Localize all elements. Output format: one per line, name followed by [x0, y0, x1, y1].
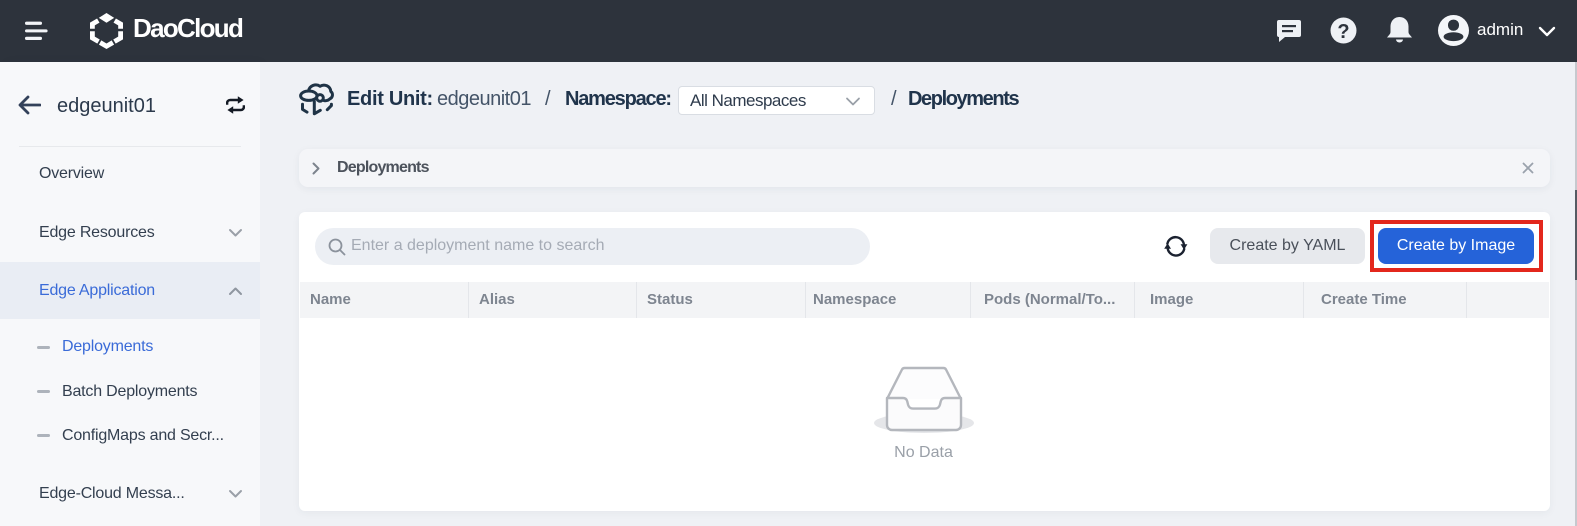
svg-text:?: ?: [1337, 21, 1349, 43]
